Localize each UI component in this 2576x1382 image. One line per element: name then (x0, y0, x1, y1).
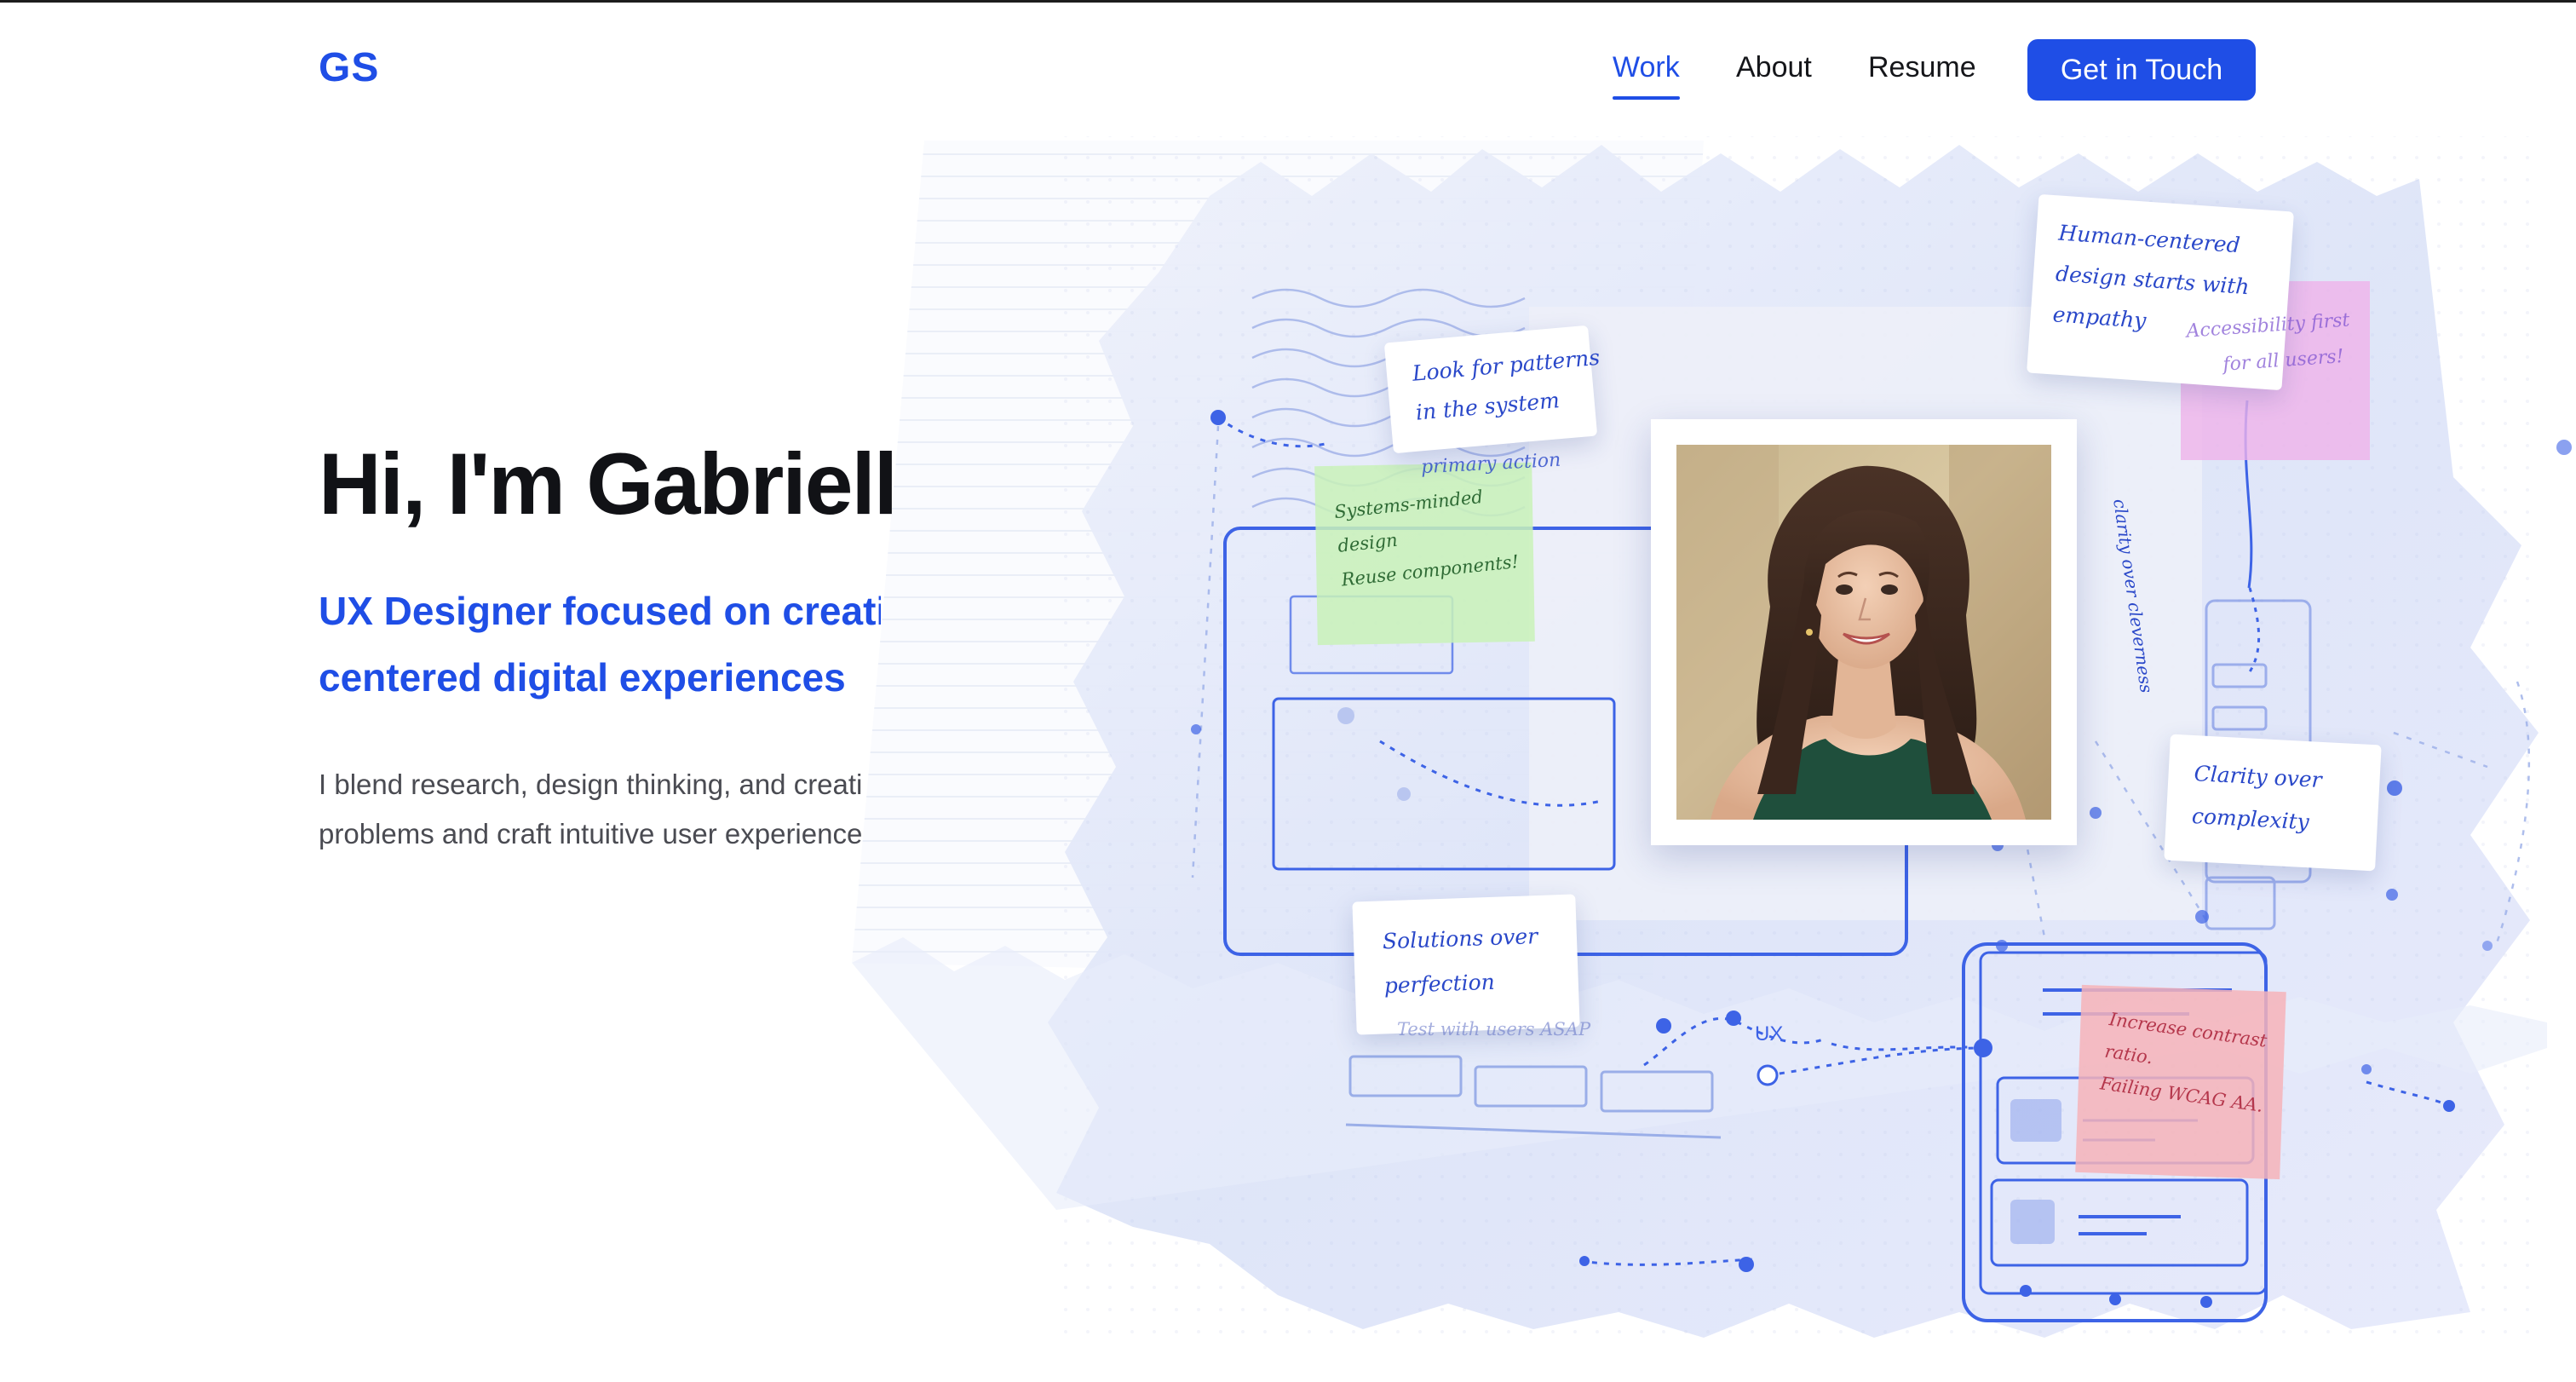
site-header: GS Work About Resume Get in Touch (0, 0, 2576, 136)
note-primary-action: primary action (1420, 449, 1561, 479)
hero-subtitle-line-1: UX Designer focused on creati (319, 589, 881, 633)
portrait-photo (1676, 445, 2051, 820)
nav-link-work[interactable]: Work (1613, 51, 1680, 100)
note-test-users: Test with users ASAP (1397, 1019, 1591, 1039)
note-clarity-over-complexity: Clarity over complexity (2164, 734, 2382, 872)
nav-link-work-label: Work (1613, 51, 1680, 83)
profile-photo-frame (1651, 419, 2077, 845)
hero-subtitle: UX Designer focused on creati centered d… (319, 578, 881, 711)
nav-link-about[interactable]: About (1736, 51, 1812, 84)
hero-description-line-1: I blend research, design thinking, and c… (319, 769, 863, 800)
hero-description: I blend research, design thinking, and c… (319, 760, 871, 859)
site-logo[interactable]: GS (319, 44, 379, 91)
note-systems-minded: Systems-minded design Reuse components! (1333, 486, 1521, 590)
note-accessibility: Accessibility first for all users! (2185, 309, 2351, 376)
hero-title: Hi, I'm Gabrielle (319, 435, 898, 533)
nav-link-resume[interactable]: Resume (1868, 51, 1976, 84)
get-in-touch-button[interactable]: Get in Touch (2027, 39, 2256, 101)
note-solutions-over-perfection: Solutions over perfection (1352, 894, 1580, 1035)
ux-label: UX (1755, 1022, 1784, 1045)
note-look-for-patterns: Look for patterns in the system (1383, 325, 1601, 454)
hero-subtitle-line-2: centered digital experiences (319, 655, 846, 700)
active-underline (1613, 96, 1680, 100)
note-clarity-vertical: clarity over cleverness (2109, 498, 2157, 694)
hero-description-line-2: problems and craft intuitive user experi… (319, 818, 863, 849)
note-contrast: Increase contrast ratio. Failing WCAG AA… (2098, 1009, 2268, 1116)
